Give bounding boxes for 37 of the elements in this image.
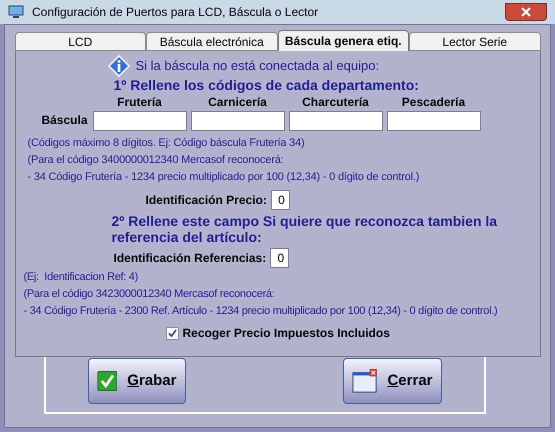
note-text: (Ej: Identificacion Ref: 4) (24, 270, 139, 284)
note-text: (Para el código 3400000012340 Mercasof reconocerá: (28, 153, 285, 167)
save-button[interactable]: Grabar (88, 358, 186, 404)
info-text: Si la báscula no está conectada al equipo: (136, 57, 380, 76)
close-button[interactable] (505, 3, 547, 21)
note-text: (Códigos máximo 8 dígitos. Ej: Código báscula Frutería 34) (28, 136, 306, 150)
monitor-icon (8, 5, 24, 19)
step-heading: 2º Rellene este campo Si quiere que reconozca tambien la referencia del artículo: (112, 213, 498, 245)
row-label: Báscula (40, 112, 88, 129)
code-field[interactable] (386, 111, 480, 131)
note-text: - 34 Código Frutería - 2300 Ref. Artículo - 1234 precio multiplicado por 100 (12,34) - 0 dígito de control.) (24, 304, 498, 318)
column-label: Pescadería (402, 94, 466, 111)
column-label: Charcutería (302, 94, 369, 111)
price-id-field[interactable]: 0 (270, 190, 290, 210)
column-label: Frutería (117, 94, 162, 111)
close-button[interactable]: Cerrar (342, 358, 442, 404)
field-label: Identificación Precio: (146, 192, 267, 209)
window-title: Configuración de Puertos para LCD, Báscula o Lector (32, 4, 318, 21)
tab[interactable]: LCD (14, 32, 146, 51)
code-field[interactable] (92, 111, 186, 131)
tab[interactable]: Lector Serie (409, 32, 540, 51)
window-close-icon (352, 368, 378, 394)
column-label: Carnicería (208, 94, 267, 111)
code-field[interactable] (288, 111, 382, 131)
tab[interactable]: Báscula genera etiq. (278, 30, 409, 51)
checkmark-icon (96, 368, 118, 394)
checkbox[interactable] (166, 326, 178, 340)
tab[interactable]: Báscula electrónica (146, 32, 278, 51)
note-text: (Para el código 3423000012340 Mercasof reconocerá: (24, 287, 276, 301)
code-field[interactable] (190, 111, 284, 131)
ref-id-field[interactable]: 0 (270, 248, 290, 268)
step-heading: 1º Rellene los códigos de cada departamento: (114, 77, 420, 93)
info-icon (108, 55, 130, 77)
field-label: Identificación Referencias: (114, 250, 266, 267)
note-text: - 34 Código Frutería - 1234 precio multiplicado por 100 (12,34) - 0 dígito de control.) (28, 170, 420, 184)
close-icon (521, 7, 531, 17)
checkbox-label: Recoger Precio Impuestos Incluidos (182, 325, 390, 342)
